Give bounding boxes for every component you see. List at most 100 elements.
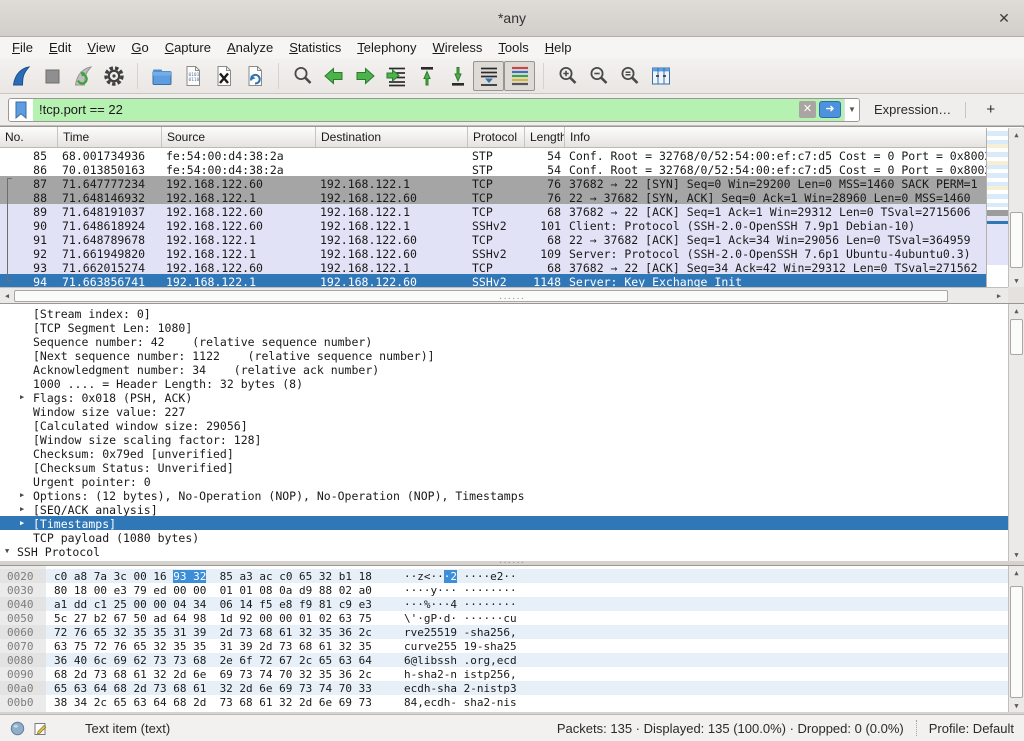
close-window-button[interactable]: ✕ bbox=[992, 0, 1016, 36]
hex-bytes[interactable]: 36 40 6c 69 62 73 73 68 2e 6f 72 67 2c 6… bbox=[46, 654, 374, 667]
detail-line[interactable]: ▶[SEQ/ACK analysis] bbox=[0, 502, 1008, 516]
column-header-length[interactable]: Length bbox=[525, 127, 565, 147]
hex-row-0040[interactable]: 0040a1 dd c1 25 00 00 04 34 06 14 f5 e8 … bbox=[0, 597, 1008, 611]
hex-ascii[interactable]: 6@libssh .org,ecd bbox=[374, 654, 517, 667]
details-scroll-thumb[interactable] bbox=[1010, 319, 1023, 355]
packet-row-92[interactable]: 9271.661949820192.168.122.1192.168.122.6… bbox=[0, 246, 986, 260]
packet-row-90[interactable]: 9071.648618924192.168.122.60192.168.122.… bbox=[0, 218, 986, 232]
column-header-destination[interactable]: Destination bbox=[316, 127, 468, 147]
hex-bytes[interactable]: c0 a8 7a 3c 00 16 93 32 85 a3 ac c0 65 3… bbox=[46, 570, 374, 583]
go-back-button[interactable] bbox=[318, 61, 349, 91]
close-file-button[interactable] bbox=[208, 61, 239, 91]
hex-row-00a0[interactable]: 00a065 63 64 68 2d 73 68 61 32 2d 6e 69 … bbox=[0, 681, 1008, 695]
packet-row-85[interactable]: 8568.001734936fe:54:00:d4:38:2aSTP54Conf… bbox=[0, 148, 986, 162]
detail-line[interactable]: ▼SSH Protocol bbox=[0, 544, 1008, 558]
packet-row-93[interactable]: 9371.662015274192.168.122.60192.168.122.… bbox=[0, 260, 986, 274]
column-header-info[interactable]: Info bbox=[565, 127, 1024, 147]
scroll-up-arrow-icon[interactable]: ▲ bbox=[1009, 304, 1024, 318]
menu-item-statistics[interactable]: Statistics bbox=[281, 37, 349, 58]
menu-item-view[interactable]: View bbox=[79, 37, 123, 58]
detail-line[interactable]: Urgent pointer: 0 bbox=[0, 474, 1008, 488]
hex-row-0080[interactable]: 008036 40 6c 69 62 73 73 68 2e 6f 72 67 … bbox=[0, 653, 1008, 667]
detail-line[interactable]: [Checksum Status: Unverified] bbox=[0, 460, 1008, 474]
capture-options-button[interactable] bbox=[98, 61, 129, 91]
auto-scroll-button[interactable] bbox=[473, 61, 504, 91]
hex-vscrollbar[interactable]: ▲ ▼ bbox=[1008, 566, 1024, 712]
zoom-reset-button[interactable] bbox=[614, 61, 645, 91]
packet-row-89[interactable]: 8971.648191037192.168.122.60192.168.122.… bbox=[0, 204, 986, 218]
hex-ascii[interactable]: ····y··· ········ bbox=[374, 584, 517, 597]
menu-item-help[interactable]: Help bbox=[537, 37, 580, 58]
hex-bytes[interactable]: 68 2d 73 68 61 32 2d 6e 69 73 74 70 32 3… bbox=[46, 668, 374, 681]
packet-row-94[interactable]: 9471.663856741192.168.122.1192.168.122.6… bbox=[0, 274, 986, 288]
hex-bytes[interactable]: 38 34 2c 65 63 64 68 2d 73 68 61 32 2d 6… bbox=[46, 696, 374, 709]
scroll-down-arrow-icon[interactable]: ▼ bbox=[1009, 274, 1024, 288]
stop-capture-button[interactable] bbox=[36, 61, 67, 91]
resize-columns-button[interactable] bbox=[645, 61, 676, 91]
detail-line[interactable]: ▶Options: (12 bytes), No-Operation (NOP)… bbox=[0, 488, 1008, 502]
zoom-out-button[interactable] bbox=[583, 61, 614, 91]
reload-file-button[interactable] bbox=[239, 61, 270, 91]
hex-ascii[interactable]: 84,ecdh- sha2-nis bbox=[374, 696, 517, 709]
detail-line[interactable]: Checksum: 0x79ed [unverified] bbox=[0, 446, 1008, 460]
hex-ascii[interactable]: h-sha2-n istp256, bbox=[374, 668, 517, 681]
display-filter-input[interactable]: !tcp.port == 22 ✕ ➜ bbox=[33, 99, 844, 121]
filter-bookmark-button[interactable] bbox=[9, 99, 33, 121]
hex-ascii[interactable]: curve255 19-sha25 bbox=[374, 640, 517, 653]
display-filter-box[interactable]: !tcp.port == 22 ✕ ➜ ▼ bbox=[8, 98, 860, 122]
scroll-down-arrow-icon[interactable]: ▼ bbox=[1009, 548, 1024, 561]
packet-list-scroll-thumb[interactable] bbox=[1010, 212, 1023, 268]
detail-line[interactable]: [Next sequence number: 1122 (relative se… bbox=[0, 348, 1008, 362]
expression-button[interactable]: Expression… bbox=[874, 102, 951, 117]
collapsed-triangle-icon[interactable]: ▶ bbox=[20, 393, 24, 401]
colorize-packets-button[interactable] bbox=[504, 61, 535, 91]
column-header-source[interactable]: Source bbox=[162, 127, 316, 147]
packet-list-vscrollbar[interactable]: ▲ ▼ bbox=[1008, 128, 1024, 288]
go-first-packet-button[interactable] bbox=[411, 61, 442, 91]
pane-splitter-top[interactable]: ······ bbox=[0, 297, 1024, 301]
filter-history-dropdown[interactable]: ▼ bbox=[844, 99, 859, 121]
packet-row-86[interactable]: 8670.013850163fe:54:00:d4:38:2aSTP54Conf… bbox=[0, 162, 986, 176]
scroll-up-arrow-icon[interactable]: ▲ bbox=[1009, 566, 1024, 580]
column-header-protocol[interactable]: Protocol bbox=[468, 127, 525, 147]
menu-item-telephony[interactable]: Telephony bbox=[349, 37, 424, 58]
hex-ascii[interactable]: rve25519 -sha256, bbox=[374, 626, 517, 639]
menu-item-capture[interactable]: Capture bbox=[157, 37, 219, 58]
detail-line[interactable]: ▶[Timestamps] bbox=[0, 516, 1008, 530]
packet-row-88[interactable]: 8871.648146932192.168.122.1192.168.122.6… bbox=[0, 190, 986, 204]
detail-line[interactable]: Sequence number: 42 (relative sequence n… bbox=[0, 334, 1008, 348]
menu-item-edit[interactable]: Edit bbox=[41, 37, 79, 58]
detail-line[interactable]: [TCP Segment Len: 1080] bbox=[0, 320, 1008, 334]
pane-splitter-bottom[interactable]: ······ bbox=[0, 561, 1024, 565]
hex-row-0030[interactable]: 003080 18 00 e3 79 ed 00 00 01 01 08 0a … bbox=[0, 583, 1008, 597]
intelligent-scrollbar-minimap[interactable] bbox=[986, 128, 1008, 288]
expert-info-icon[interactable] bbox=[10, 721, 25, 736]
add-filter-button[interactable]: + bbox=[978, 101, 1003, 118]
column-header-time[interactable]: Time bbox=[58, 127, 162, 147]
status-profile[interactable]: Profile: Default bbox=[929, 721, 1014, 736]
hex-row-0070[interactable]: 007063 75 72 76 65 32 35 35 31 39 2d 73 … bbox=[0, 639, 1008, 653]
save-file-button[interactable]: 01010110 bbox=[177, 61, 208, 91]
hex-row-0050[interactable]: 00505c 27 b2 67 50 ad 64 98 1d 92 00 00 … bbox=[0, 611, 1008, 625]
open-file-button[interactable] bbox=[146, 61, 177, 91]
capture-comment-icon[interactable] bbox=[34, 721, 48, 736]
column-header-no[interactable]: No. bbox=[0, 127, 58, 147]
hex-ascii[interactable]: \'·gP·d· ······cu bbox=[374, 612, 517, 625]
detail-line[interactable]: Acknowledgment number: 34 (relative ack … bbox=[0, 362, 1008, 376]
hex-bytes[interactable]: 5c 27 b2 67 50 ad 64 98 1d 92 00 00 01 0… bbox=[46, 612, 374, 625]
hex-bytes[interactable]: a1 dd c1 25 00 00 04 34 06 14 f5 e8 f9 8… bbox=[46, 598, 374, 611]
detail-line[interactable]: [Window size scaling factor: 128] bbox=[0, 432, 1008, 446]
hex-scroll-thumb[interactable] bbox=[1010, 586, 1023, 698]
menu-item-file[interactable]: File bbox=[4, 37, 41, 58]
detail-line[interactable]: ▶Flags: 0x018 (PSH, ACK) bbox=[0, 390, 1008, 404]
filter-clear-button[interactable]: ✕ bbox=[799, 101, 816, 118]
packet-row-91[interactable]: 9171.648789678192.168.122.1192.168.122.6… bbox=[0, 232, 986, 246]
detail-line[interactable]: [Calculated window size: 29056] bbox=[0, 418, 1008, 432]
menu-item-tools[interactable]: Tools bbox=[490, 37, 536, 58]
zoom-in-button[interactable] bbox=[552, 61, 583, 91]
hex-bytes[interactable]: 65 63 64 68 2d 73 68 61 32 2d 6e 69 73 7… bbox=[46, 682, 374, 695]
hex-ascii[interactable]: ecdh-sha 2-nistp3 bbox=[374, 682, 517, 695]
scroll-down-arrow-icon[interactable]: ▼ bbox=[1009, 699, 1024, 712]
hex-bytes[interactable]: 80 18 00 e3 79 ed 00 00 01 01 08 0a d9 8… bbox=[46, 584, 374, 597]
detail-line[interactable]: [Stream index: 0] bbox=[0, 306, 1008, 320]
